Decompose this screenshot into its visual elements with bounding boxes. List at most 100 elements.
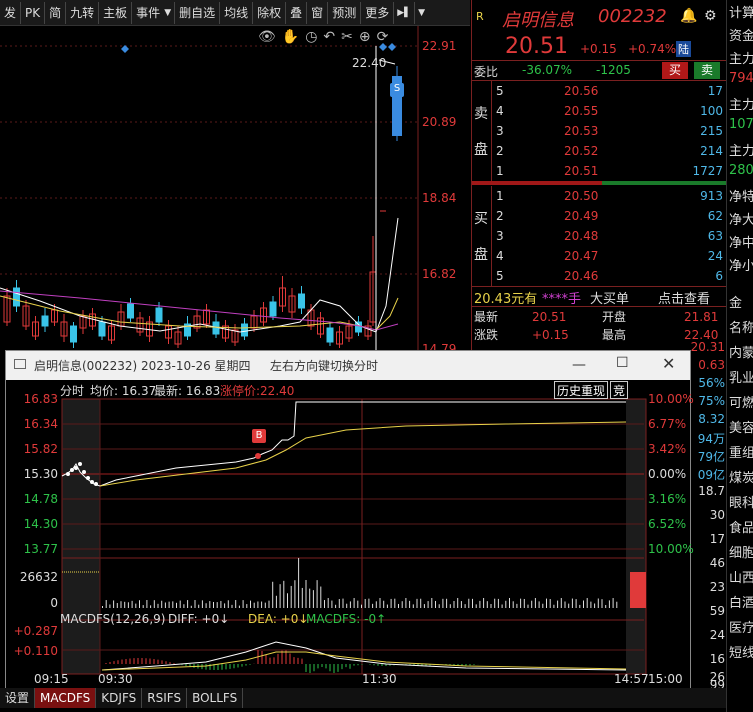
- volume-bar: [109, 604, 111, 608]
- gear-icon[interactable]: ⚙: [704, 8, 717, 24]
- auction-button[interactable]: 竞: [610, 381, 629, 399]
- macd-axis-tick: +0.110: [13, 644, 58, 658]
- tab-rsifs[interactable]: RSIFS: [142, 688, 188, 708]
- sector-item[interactable]: 医疗: [729, 617, 753, 636]
- intraday-popup: 启明信息(002232) 2023-10-26 星期四 左右方向键切换分时 — …: [5, 350, 694, 690]
- sector-item[interactable]: 名称: [729, 317, 753, 336]
- toolbar-jian[interactable]: 简: [45, 1, 67, 24]
- volume-bar: [346, 603, 348, 608]
- close-icon[interactable]: ✕: [662, 354, 675, 373]
- pct-axis-tick: 10.00%: [648, 542, 694, 556]
- bid-level: 4: [496, 249, 504, 263]
- bigbuy-link[interactable]: 点击查看: [658, 288, 710, 307]
- tab-kdjfs[interactable]: KDJFS: [96, 688, 143, 708]
- toolbar-overlay[interactable]: 叠: [286, 1, 308, 24]
- sector-item[interactable]: 内蒙: [729, 342, 753, 361]
- intraday-chart[interactable]: 分时 均价: 16.37 最新: 16.83 涨停价:22.40 历史重现 竞 …: [6, 380, 694, 686]
- volume-bar: [194, 600, 196, 608]
- sector-item[interactable]: 金: [729, 292, 742, 311]
- volume-bar: [316, 580, 318, 608]
- kline-chart[interactable]: S 22.40 👁✋◷↶✂⊕⟳ 22.91 20.89 18.84 16.82 …: [0, 26, 470, 350]
- toolbar-ma[interactable]: 均线: [220, 1, 254, 24]
- tab-macdfs[interactable]: MACDFS: [35, 688, 97, 708]
- toolbar-zhuban[interactable]: 主板: [99, 1, 133, 24]
- volume-bar: [279, 584, 281, 608]
- volume-bar: [257, 601, 259, 608]
- buy-button[interactable]: 买: [662, 62, 688, 79]
- volume-bar: [583, 600, 584, 608]
- volume-bar: [442, 598, 444, 608]
- volume-bar: [231, 604, 233, 608]
- sector-item[interactable]: 美容: [729, 417, 753, 436]
- volume-bar: [327, 598, 329, 608]
- tab-settings[interactable]: 设置: [0, 688, 36, 708]
- bigbuy-label: 大买单: [590, 292, 630, 307]
- tab-bollfs[interactable]: BOLLFS: [187, 688, 244, 708]
- toolbar-more[interactable]: 更多: [361, 1, 395, 24]
- volume-bar: [564, 601, 566, 608]
- time-axis-tick: 11:30: [362, 672, 397, 686]
- volume-bar: [146, 600, 148, 608]
- weibi-label: 委比: [474, 65, 499, 79]
- toolbar-exright[interactable]: 除权: [253, 1, 287, 24]
- diff-label: DIFF: +0↓: [168, 612, 230, 626]
- ask-price: 20.53: [564, 124, 599, 138]
- history-replay-button[interactable]: 历史重现: [554, 381, 609, 399]
- toolbar-fa[interactable]: 发: [0, 1, 22, 24]
- sector-item[interactable]: 短线: [729, 642, 753, 661]
- sector-item[interactable]: 乳业: [729, 367, 753, 386]
- sector-item[interactable]: 重组: [729, 442, 753, 461]
- sell-button[interactable]: 卖: [694, 62, 720, 79]
- sell-marker[interactable]: S: [390, 82, 404, 96]
- maximize-icon[interactable]: ☐: [616, 355, 629, 371]
- volume-bar: [124, 601, 126, 608]
- toolbar-shijian[interactable]: 事件: [132, 2, 161, 24]
- popup-titlebar[interactable]: 启明信息(002232) 2023-10-26 星期四 左右方向键切换分时 — …: [6, 351, 690, 380]
- bell-icon[interactable]: 🔔: [680, 8, 697, 24]
- volume-bar: [368, 598, 370, 608]
- toolbar-pk[interactable]: PK: [21, 1, 46, 24]
- volume-bar: [198, 604, 200, 608]
- intraday-label: 分时: [60, 384, 85, 398]
- volume-bar: [287, 593, 288, 608]
- ask-row: 1 20.51 1727: [492, 161, 727, 181]
- candle: [326, 327, 334, 343]
- volume-bar: [361, 604, 362, 608]
- strip-value: 18.7: [698, 484, 725, 498]
- expand-icon[interactable]: ▶▌: [394, 1, 416, 24]
- toolbar-delete-watch[interactable]: 删自选: [175, 1, 221, 24]
- volume-bar: [523, 598, 525, 608]
- volume-bar: [597, 598, 599, 608]
- sector-item[interactable]: 白酒: [729, 592, 753, 611]
- macdfs-value: MACDFS: -0↑: [306, 612, 387, 626]
- volume-bar: [261, 601, 263, 608]
- bid-row: 2 20.49 62: [492, 206, 727, 226]
- chevron-down-icon[interactable]: ▼: [161, 1, 176, 24]
- price-axis-tick: 14.30: [23, 517, 58, 531]
- ask-level: 1: [496, 164, 504, 178]
- toolbar-forecast[interactable]: 预测: [328, 1, 362, 24]
- kline-tools[interactable]: 👁✋◷↶✂⊕⟳: [258, 29, 394, 45]
- popup-hint: 左右方向键切换分时: [270, 359, 379, 373]
- ask-level: 5: [496, 84, 504, 98]
- sector-item[interactable]: 山西: [729, 567, 753, 586]
- ask-volume: 214: [700, 144, 723, 158]
- sector-item[interactable]: 眼科: [729, 492, 753, 511]
- chevron-down-icon[interactable]: ▼: [415, 2, 428, 24]
- ask-volume: 100: [700, 104, 723, 118]
- volume-bar: [216, 602, 218, 608]
- volume-bar: [102, 606, 103, 608]
- sector-item[interactable]: 煤炭: [729, 467, 753, 486]
- sector-item[interactable]: 食品: [729, 517, 753, 536]
- buy-marker[interactable]: B: [252, 429, 266, 443]
- sector-item[interactable]: 细胞: [729, 542, 753, 561]
- price-tick: 20.89: [422, 115, 457, 129]
- toolbar-jiuzhuan[interactable]: 九转: [66, 1, 100, 24]
- volume-bar: [209, 601, 211, 608]
- ask-volume: 17: [707, 84, 723, 98]
- ask-row: 4 20.55 100: [492, 101, 727, 121]
- strip-value: 56%: [698, 376, 725, 390]
- minimize-icon[interactable]: —: [572, 357, 586, 373]
- sector-item[interactable]: 可燃: [729, 392, 753, 411]
- toolbar-window[interactable]: 窗: [307, 1, 329, 24]
